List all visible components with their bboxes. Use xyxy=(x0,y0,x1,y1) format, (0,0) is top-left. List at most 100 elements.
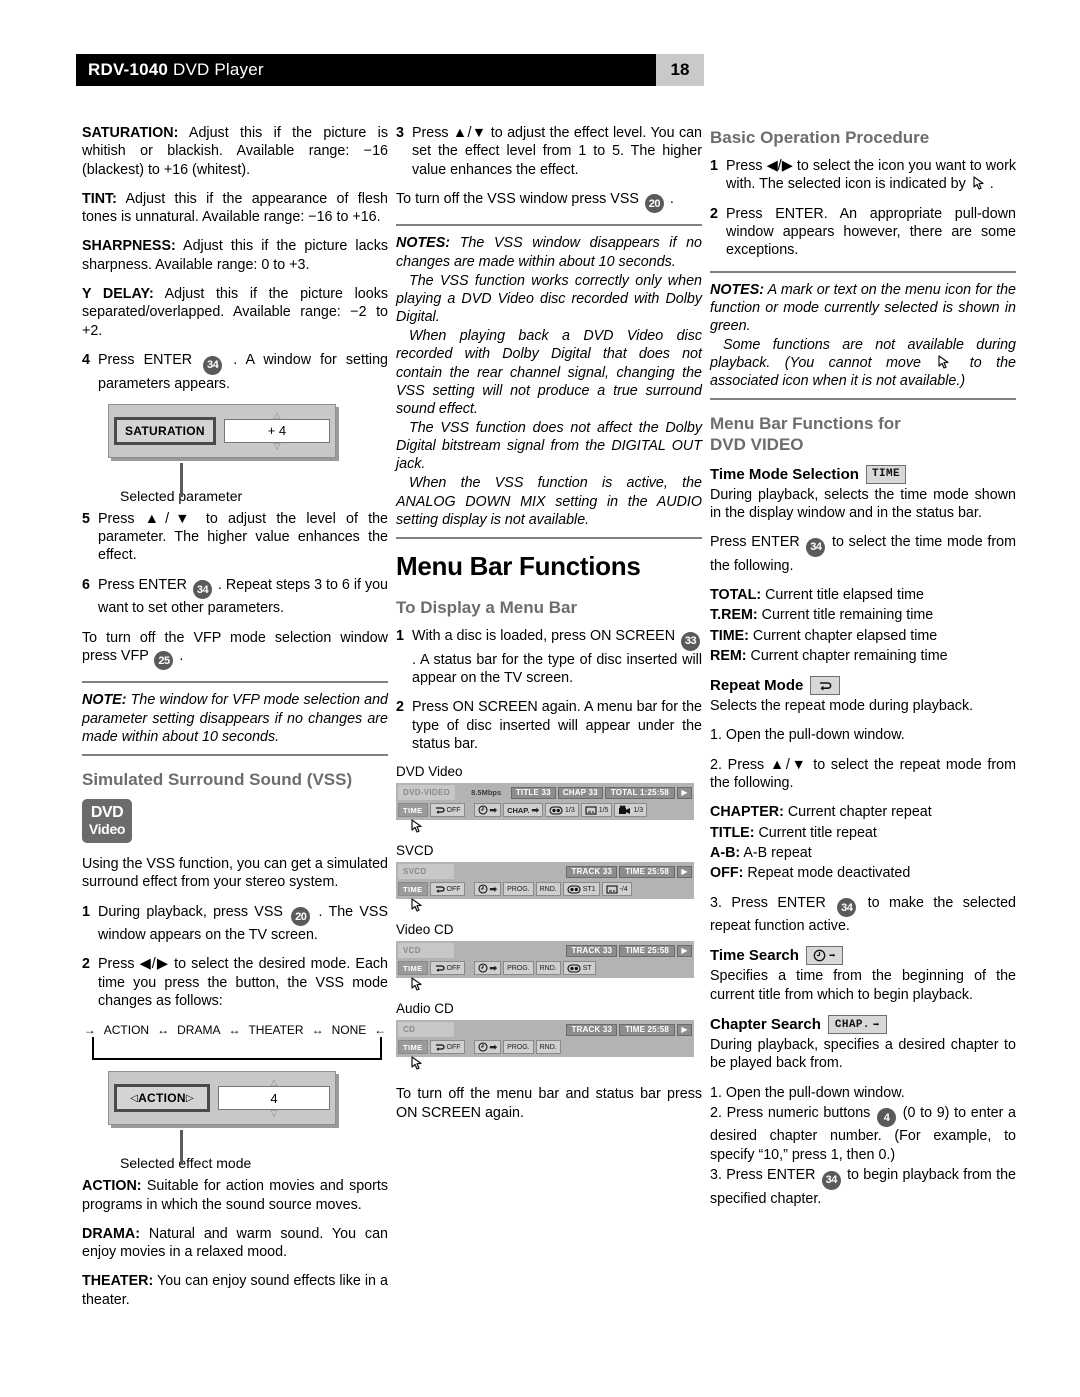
heading-to-display-a-menu-bar: To Display a Menu Bar xyxy=(396,598,578,618)
remote-key-34-badge: 34 xyxy=(203,355,223,375)
vss-off-pre: To turn off the VSS window press VSS xyxy=(396,190,643,207)
saturation-parameter-window-figure: SATURATION △ + 4 ▽ Selected parameter xyxy=(82,403,388,504)
statusbar-row-info: SVCD TRACK 33 TIME 25:58 ▶ xyxy=(398,864,692,880)
paragraph-tint: TINT: Adjust this if the appearance of f… xyxy=(82,190,388,227)
effect-label-box: ◁ ACTION ▷ xyxy=(114,1084,210,1113)
menubar-time-search-button[interactable]: ➡ xyxy=(473,882,502,897)
step-1-vss: 1 During playback, press VSS 20 . The VS… xyxy=(82,903,388,945)
parameter-window: SATURATION △ + 4 ▽ xyxy=(108,403,336,458)
step-body: Press ENTER. An appropriate pull-down wi… xyxy=(726,205,1016,259)
menubar-program-button[interactable]: PROG. xyxy=(503,882,534,897)
step-text-pre: Press ENTER xyxy=(98,351,202,368)
menubar-row: TIME OFF ➡ PROG. RND. xyxy=(398,1039,692,1055)
menubar-audio-label: ST xyxy=(582,964,592,972)
function-title-chapter-search: Chapter Search CHAP. ➡ xyxy=(710,1015,1016,1034)
menubar-random-button[interactable]: RND. xyxy=(535,882,561,897)
triangle-up-icon: △ xyxy=(270,1077,278,1088)
term-ab: A-B: xyxy=(710,844,741,861)
chapter-search-icon-chip: CHAP. ➡ xyxy=(827,1015,887,1034)
menubar-time-search-button[interactable]: ➡ xyxy=(473,961,502,976)
step-body: Press ON SCREEN again. A menu bar for th… xyxy=(412,699,702,753)
arrow-right-icon: ➡ xyxy=(489,962,498,973)
time-mode-rem: REM: Current chapter remaining time xyxy=(710,647,1016,665)
menubar-random-button[interactable]: RND. xyxy=(535,961,561,976)
statusbar: CD TRACK 33 TIME 25:58 ▶ TIME OFF ➡ PROG… xyxy=(396,1020,694,1058)
audio-icon xyxy=(567,885,581,894)
menubar-time-search-button[interactable]: ➡ xyxy=(473,803,502,818)
notes-label: NOTES: xyxy=(710,281,765,298)
bitrate-label: 8.5Mbps xyxy=(471,788,502,798)
step-2-menubar: 2 Press ON SCREEN again. A menu bar for … xyxy=(396,698,702,753)
menubar-time-button[interactable]: TIME xyxy=(398,803,428,818)
step-number: 1 xyxy=(396,628,404,645)
statusbar: DVD-VIDEO 8.5Mbps TITLE 33 CHAP 33 TOTAL… xyxy=(396,783,694,821)
menubar-subtitle-button[interactable]: 1/5 xyxy=(580,803,613,818)
vss-effect-window-figure: ◁ ACTION ▷ △ 4 ▽ Selected effect mode xyxy=(82,1071,388,1171)
dvd-video-logo-icon: DVD Video xyxy=(82,798,132,843)
menubar-subtitle-button[interactable]: -/4 xyxy=(601,882,632,897)
menubar-program-button[interactable]: PROG. xyxy=(503,1040,534,1055)
effect-caption: Selected effect mode xyxy=(120,1155,252,1172)
arrow-right-icon: ➡ xyxy=(872,1019,880,1032)
cycle-arrow-end-icon: ← xyxy=(372,1023,389,1038)
note-vfp: NOTE: The window for VFP mode selection … xyxy=(82,681,388,756)
menubar-program-label: PROG. xyxy=(507,1043,530,1051)
menubar-repeat-label: OFF xyxy=(446,964,461,972)
function-title-repeat-mode: Repeat Mode xyxy=(710,676,1016,696)
cycle-item-none: NONE xyxy=(329,1023,369,1038)
menubar-repeat-button[interactable]: OFF xyxy=(429,803,465,818)
chapter-s3-pre: 3. Press ENTER xyxy=(710,1167,820,1184)
menubar-row: TIME OFF ➡ PROG. RND. ST xyxy=(398,960,692,976)
chapter-chip-label: CHAP. xyxy=(834,1018,870,1031)
dvd-logo-line1: DVD xyxy=(90,804,124,822)
text-rem: Current chapter remaining time xyxy=(746,647,948,664)
menubar-time-button[interactable]: TIME xyxy=(398,1040,428,1055)
step-1-menubar: 1 With a disc is loaded, press ON SCREEN… xyxy=(396,627,702,687)
text-chapter: Current chapter repeat xyxy=(783,804,932,821)
menubar-audio-button[interactable]: ST xyxy=(562,961,596,976)
paragraph-repeat-s1: 1. Open the pull-down window. xyxy=(710,727,905,744)
step-5: 5 Press ▲/▼ to adjust the level of the p… xyxy=(82,510,388,565)
cycle-arrow-icon: ↔ xyxy=(155,1023,172,1038)
menubar-random-button[interactable]: RND. xyxy=(535,1040,561,1055)
effect-value: 4 xyxy=(218,1086,330,1111)
term-chapter: CHAPTER: xyxy=(710,804,784,821)
paragraph-repeat-s3: 3. Press ENTER 34 to make the selected r… xyxy=(710,894,1016,936)
menubar-chapter-search-button[interactable]: CHAP. ➡ xyxy=(503,803,543,818)
menubar-repeat-button[interactable]: OFF xyxy=(429,961,465,976)
menubar-time-search-button[interactable]: ➡ xyxy=(473,1040,502,1055)
press-pre: Press ENTER xyxy=(710,534,805,551)
menubar-repeat-button[interactable]: OFF xyxy=(429,882,465,897)
term-sharpness: SHARPNESS: xyxy=(82,238,176,255)
total-time-chip: TOTAL 1:25:58 xyxy=(604,786,675,799)
remote-key-33-badge: 33 xyxy=(681,631,700,651)
step-number: 4 xyxy=(82,351,90,368)
term-action: ACTION: xyxy=(82,1178,142,1195)
step-2-vss: 2 Press ◀/▶ to select the desired mode. … xyxy=(82,955,388,1010)
cursor-pointer-icon xyxy=(938,355,949,369)
cycle-arrow-icon: ↔ xyxy=(226,1023,243,1038)
step-text-pre: Press ENTER xyxy=(98,576,191,593)
statusbar-title: SVCD xyxy=(396,843,434,859)
arrow-right-icon: ➡ xyxy=(828,950,836,963)
menubar-repeat-button[interactable]: OFF xyxy=(429,1040,465,1055)
time-chip: TIME 25:58 xyxy=(619,944,675,957)
arrow-right-icon: ➡ xyxy=(489,804,498,815)
menubar-angle-button[interactable]: 1/3 xyxy=(614,803,648,818)
menubar-time-button[interactable]: TIME xyxy=(398,882,428,897)
menubar-audio-button[interactable]: 1/3 xyxy=(544,803,579,818)
notes-label: NOTES: xyxy=(396,235,451,252)
menubar-subtitle-label: -/4 xyxy=(619,885,628,893)
menubar-time-button[interactable]: TIME xyxy=(398,961,428,976)
repeat-mode-title: TITLE: Current title repeat xyxy=(710,824,1016,842)
repeat-mode-icon-chip xyxy=(810,676,841,696)
menubar-audio-button[interactable]: ST1 xyxy=(562,882,600,897)
statusbar-row-info: CD TRACK 33 TIME 25:58 ▶ xyxy=(398,1022,692,1038)
vss-mode-cycle-figure: → ACTION ↔ DRAMA ↔ THEATER ↔ NONE ← xyxy=(81,1021,389,1063)
cycle-item-theater: THEATER xyxy=(246,1023,306,1038)
time-chip: TIME 25:58 xyxy=(619,1023,675,1036)
triangle-down-icon: ▽ xyxy=(273,440,281,451)
notes-paragraph-3: When playing back a DVD Video disc recor… xyxy=(396,328,702,417)
menubar-program-button[interactable]: PROG. xyxy=(503,961,534,976)
notes-paragraph-1: NOTES: The VSS window disappears if no c… xyxy=(396,234,702,270)
